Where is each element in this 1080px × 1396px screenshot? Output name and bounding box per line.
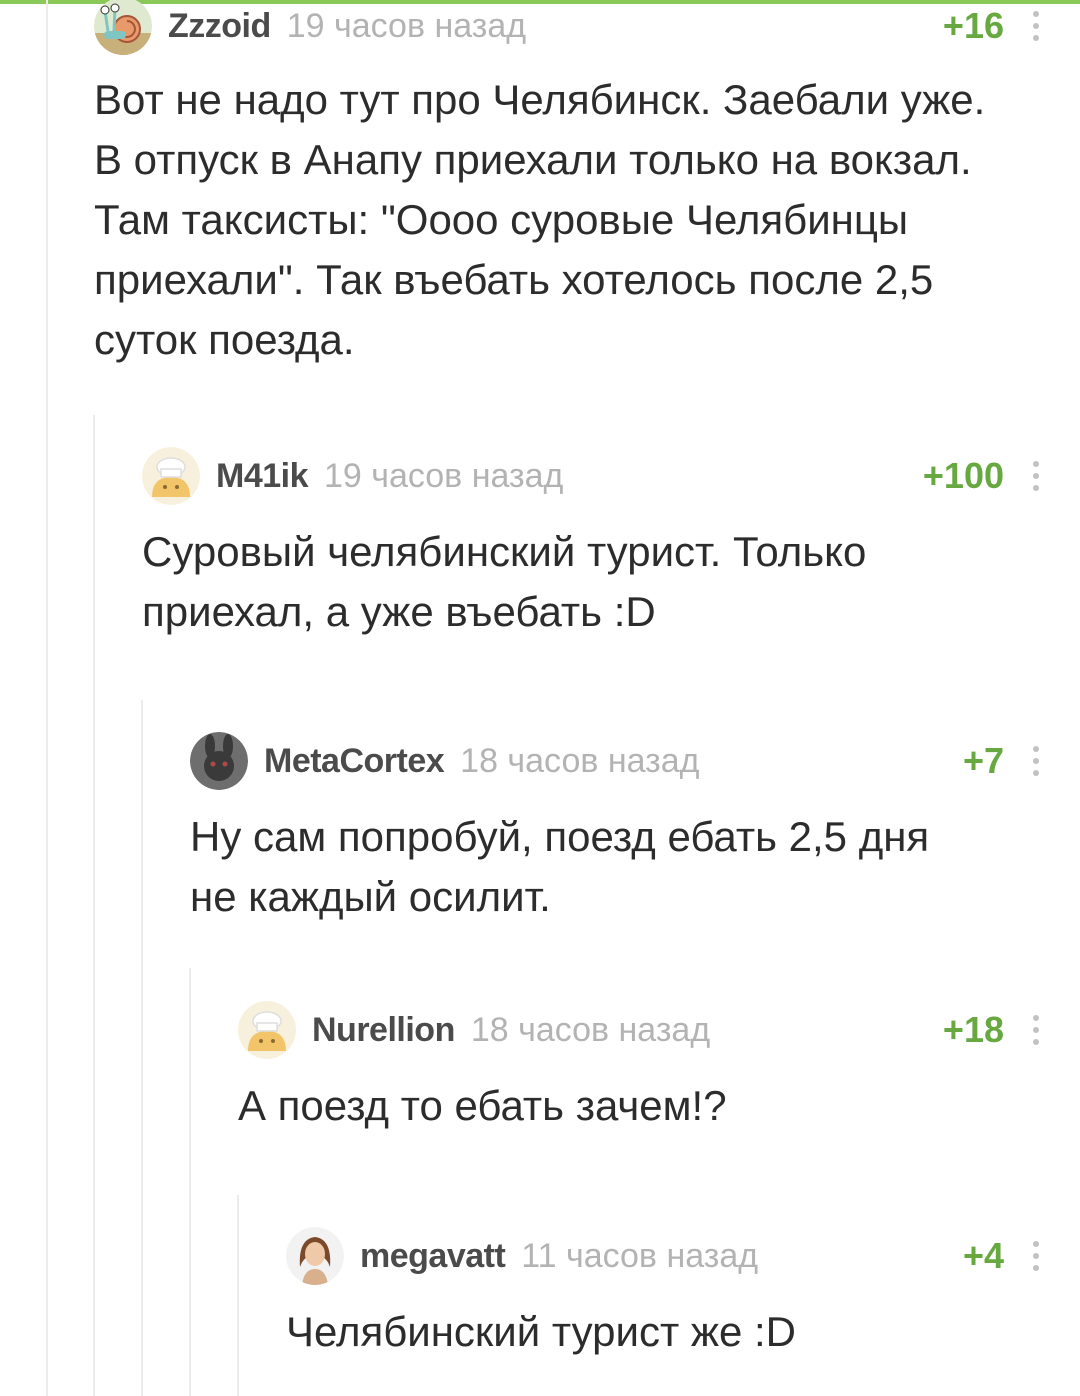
comment-line: приехал, а уже въебать :D	[142, 588, 656, 635]
more-options-icon[interactable]	[1032, 1015, 1040, 1045]
comment-line: не каждый осилит.	[190, 873, 551, 920]
rating: +7	[962, 740, 1004, 781]
rating: +100	[922, 455, 1004, 496]
comment-megavatt: megavatt 11 часов назад +4 Челябинский т…	[0, 1226, 1080, 1386]
comment-text: Суровый челябинский турист. Только приех…	[142, 522, 1042, 642]
comment-nurellion: Nurellion 18 часов назад +18 А поезд то …	[0, 1000, 1080, 1160]
snail-avatar-icon[interactable]	[94, 0, 152, 55]
comment-line: Челябинский турист же :D	[286, 1308, 796, 1355]
comment-line: Там таксисты: "Оооо суровые Челябинцы	[94, 196, 909, 243]
timestamp[interactable]: 18 часов назад	[460, 742, 699, 781]
more-options-icon[interactable]	[1032, 746, 1040, 776]
username[interactable]: MetaCortex	[264, 742, 445, 781]
rating: +4	[962, 1235, 1004, 1276]
timestamp[interactable]: 19 часов назад	[324, 457, 563, 496]
dark-bunny-avatar-icon[interactable]	[190, 732, 248, 790]
default-cook-avatar-icon[interactable]	[238, 1001, 296, 1059]
comment-text: Челябинский турист же :D	[286, 1302, 1046, 1362]
comment-line: приехали". Так въебать хотелось после 2,…	[94, 256, 934, 303]
comment-metacortex: MetaCortex 18 часов назад +7 Ну сам попр…	[0, 731, 1080, 931]
woman-avatar-icon[interactable]	[286, 1227, 344, 1285]
default-cook-avatar-icon[interactable]	[142, 447, 200, 505]
comment-header: Zzzoid 19 часов назад	[94, 0, 1080, 56]
comment-text: А поезд то ебать зачем!?	[238, 1076, 1038, 1136]
comment-text: Вот не надо тут про Челябинск. Заебали у…	[94, 70, 1054, 370]
comment-line: Вот не надо тут про Челябинск. Заебали у…	[94, 76, 986, 123]
comment-m41ik: M41ik 19 часов назад +100 Суровый челяби…	[0, 446, 1080, 646]
comment-line: Суровый челябинский турист. Только	[142, 528, 867, 575]
comment-line: В отпуск в Анапу приехали только на вокз…	[94, 136, 972, 183]
timestamp[interactable]: 19 часов назад	[287, 7, 526, 46]
comments-page: Zzzoid 19 часов назад +16 Вот не надо ту…	[0, 0, 1080, 1396]
comment-line: А поезд то ебать зачем!?	[238, 1082, 727, 1129]
comment-header: megavatt 11 часов назад	[286, 1226, 1080, 1286]
timestamp[interactable]: 18 часов назад	[471, 1011, 710, 1050]
username[interactable]: M41ik	[216, 457, 309, 496]
more-options-icon[interactable]	[1032, 1241, 1040, 1271]
more-options-icon[interactable]	[1032, 461, 1040, 491]
more-options-icon[interactable]	[1032, 11, 1040, 41]
comment-text: Ну сам попробуй, поезд ебать 2,5 дня не …	[190, 807, 1050, 927]
comment-header: MetaCortex 18 часов назад	[190, 731, 1080, 791]
username[interactable]: Nurellion	[312, 1011, 455, 1050]
rating: +18	[942, 1009, 1004, 1050]
comment-line: Ну сам попробуй, поезд ебать 2,5 дня	[190, 813, 930, 860]
timestamp[interactable]: 11 часов назад	[521, 1237, 758, 1276]
rating: +16	[942, 5, 1004, 46]
username[interactable]: megavatt	[360, 1237, 506, 1276]
comment-line: суток поезда.	[94, 316, 355, 363]
username[interactable]: Zzzoid	[168, 7, 271, 46]
comment-zzzoid: Zzzoid 19 часов назад +16 Вот не надо ту…	[0, 0, 1080, 376]
